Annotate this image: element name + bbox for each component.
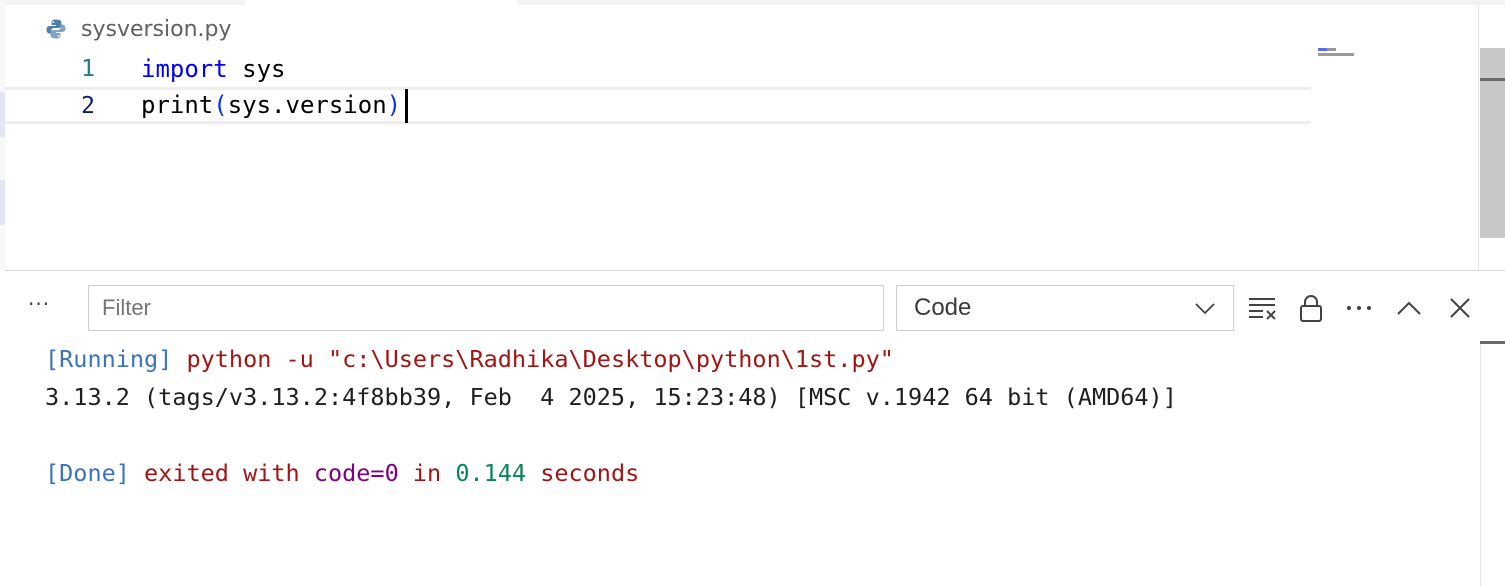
output-blank-line (45, 416, 1177, 454)
text-cursor (405, 88, 409, 123)
output-text: in (398, 459, 456, 487)
minimap-line (1318, 53, 1354, 56)
close-panel-icon[interactable] (1444, 292, 1476, 324)
panel-more-icon[interactable]: ··· (28, 292, 50, 316)
chevron-down-icon (1193, 296, 1217, 320)
bracket-token: ( (213, 90, 228, 119)
code-text[interactable]: import sys (141, 55, 286, 83)
lock-scroll-icon[interactable] (1295, 292, 1327, 324)
panel-divider[interactable] (5, 270, 1505, 271)
function-token: print (141, 90, 214, 119)
minimap-line (1318, 48, 1336, 51)
clear-output-icon[interactable] (1246, 292, 1278, 324)
code-editor[interactable]: 1 import sys 2 print(sys.version) (5, 50, 1480, 268)
identifier-token: sys (227, 54, 286, 83)
filter-placeholder: Filter (102, 295, 151, 320)
output-channel-select[interactable]: Code (896, 285, 1234, 331)
output-filter-input[interactable]: Filter (88, 285, 884, 331)
keyword-token: import (141, 54, 228, 83)
line-number: 1 (81, 55, 95, 82)
output-tag: [Done] (45, 459, 130, 487)
output-line: 3.13.2 (tags/v3.13.2:4f8bb39, Feb 4 2025… (45, 383, 1177, 411)
panel-scrollbar-marker (1480, 341, 1505, 344)
code-line-current[interactable]: 2 print(sys.version) (5, 87, 1311, 124)
maximize-panel-icon[interactable] (1393, 292, 1425, 324)
output-text: exited with (129, 459, 314, 487)
editor-scrollbar-thumb[interactable] (1480, 48, 1505, 238)
output-exit-code: code=0 (313, 459, 399, 487)
output-line: [Done] exited with code=0 in 0.144 secon… (45, 454, 1177, 492)
python-file-icon (45, 18, 67, 40)
breadcrumb[interactable]: sysversion.py (45, 14, 232, 44)
more-actions-icon[interactable] (1343, 292, 1375, 324)
breadcrumb-file-name[interactable]: sysversion.py (81, 17, 232, 42)
minimap[interactable] (1318, 48, 1368, 60)
argument-token: sys.version (227, 90, 387, 119)
output-command: python -u "c:\Users\Radhika\Desktop\pyth… (172, 345, 894, 373)
bracket-token: ) (386, 90, 402, 119)
vscode-window: sysversion.py 1 import sys 2 print(sys.v… (0, 0, 1505, 586)
line-number: 2 (81, 92, 95, 119)
output-duration: 0.144 (455, 459, 527, 487)
tab-strip (0, 0, 1505, 5)
code-text[interactable]: print(sys.version) (141, 88, 409, 123)
output-text: seconds (526, 459, 640, 487)
code-line[interactable]: 1 import sys (5, 50, 1311, 87)
active-tab-edge (245, 0, 517, 5)
panel-scrollbar[interactable] (1480, 344, 1481, 586)
output-tag: [Running] (45, 345, 173, 373)
output-log[interactable]: [Running] python -u "c:\Users\Radhika\De… (45, 340, 1177, 492)
output-channel-value: Code (914, 294, 972, 321)
cursor-position-marker (1480, 78, 1505, 81)
output-line: [Running] python -u "c:\Users\Radhika\De… (45, 340, 1177, 378)
